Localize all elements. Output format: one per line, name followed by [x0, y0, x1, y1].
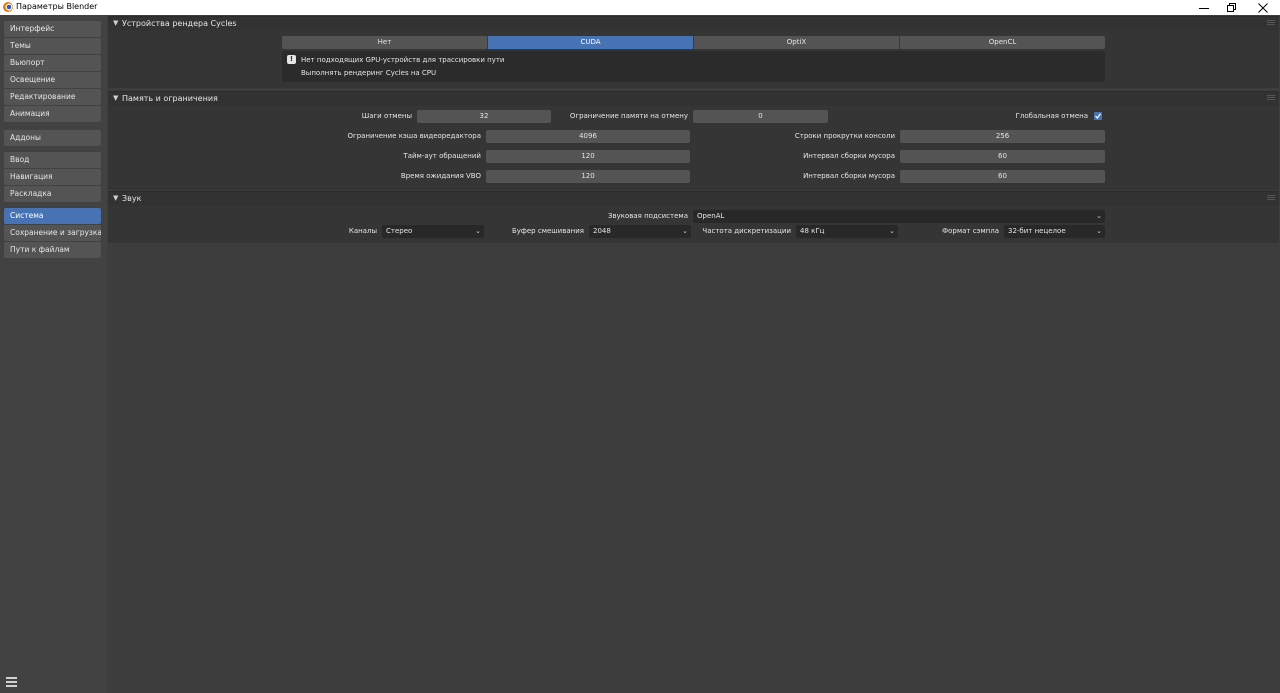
cycles-devices-header[interactable]: ▼ Устройства рендера Cycles — [108, 16, 1279, 31]
sidebar-item-lights[interactable]: Освещение — [4, 72, 101, 88]
sample-rate-dropdown[interactable]: 48 кГц ⌄ — [796, 225, 898, 238]
chevron-down-icon: ⌄ — [1096, 227, 1102, 235]
cycles-devices-body: Нет CUDA OptiX OpenCL ! Нет подходящих G… — [108, 31, 1279, 88]
tab-none[interactable]: Нет — [282, 36, 488, 49]
sidebar-item-themes[interactable]: Темы — [4, 38, 101, 54]
sound-body: Звуковая подсистема OpenAL ⌄ Каналы Стер… — [108, 206, 1279, 243]
undo-steps-field[interactable]: 32 — [417, 110, 551, 123]
minimize-icon — [1199, 7, 1209, 9]
sound-header[interactable]: ▼ Звук — [108, 191, 1279, 206]
texture-timeout-field[interactable]: 120 — [486, 150, 690, 163]
sample-rate-value: 48 кГц — [800, 227, 825, 235]
sample-format-value: 32-бит нецелое — [1008, 227, 1066, 235]
blender-logo-icon — [3, 2, 13, 12]
tab-optix[interactable]: OptiX — [694, 36, 900, 49]
collapse-triangle-icon: ▼ — [113, 94, 119, 102]
sequencer-cache-field[interactable]: 4096 — [486, 130, 690, 143]
hamburger-menu-icon[interactable] — [6, 677, 17, 687]
console-scrollback-label: Строки прокрутки консоли — [794, 132, 895, 140]
sidebar-item-viewport[interactable]: Вьюпорт — [4, 55, 101, 71]
checkmark-icon — [1095, 113, 1101, 119]
sidebar-item-file-paths[interactable]: Пути к файлам — [4, 242, 101, 258]
main-area: ▼ Устройства рендера Cycles Нет CUDA Opt… — [107, 15, 1280, 693]
close-button[interactable] — [1249, 0, 1277, 15]
sidebar-item-save-load[interactable]: Сохранение и загрузка — [4, 225, 101, 241]
panel-title: Устройства рендера Cycles — [122, 19, 237, 28]
channels-label: Каналы — [348, 227, 377, 235]
sample-rate-label: Частота дискретизации — [702, 227, 791, 235]
sidebar-item-system[interactable]: Система — [4, 208, 101, 224]
sequencer-cache-label: Ограничение кэша видеоредактора — [347, 132, 481, 140]
texture-timeout-label: Тайм-аут обращений — [403, 152, 481, 160]
memory-limits-body: Шаги отмены 32 Ограничение памяти на отм… — [108, 106, 1279, 190]
channels-dropdown[interactable]: Стерео ⌄ — [382, 225, 484, 238]
vbo-gc-label: Интервал сборки мусора — [803, 172, 895, 180]
sidebar-item-animation[interactable]: Анимация — [4, 106, 101, 122]
undo-memory-limit-field[interactable]: 0 — [693, 110, 828, 123]
drag-grip-icon[interactable] — [1267, 95, 1275, 101]
restore-icon — [1227, 2, 1236, 12]
tab-opencl[interactable]: OpenCL — [900, 36, 1105, 49]
collapse-triangle-icon: ▼ — [113, 19, 119, 27]
panel-title: Память и ограничения — [122, 94, 218, 103]
info-message-cpu: Выполнять рендеринг Cycles на CPU — [301, 69, 437, 77]
sidebar-group-system: Система Сохранение и загрузка Пути к фай… — [4, 208, 101, 259]
mixing-buffer-label: Буфер смешивания — [511, 227, 584, 235]
vbo-timeout-label: Время ожидания VBO — [400, 172, 481, 180]
collapse-triangle-icon: ▼ — [113, 194, 119, 202]
close-icon — [1258, 2, 1268, 13]
global-undo-checkbox[interactable] — [1094, 112, 1102, 120]
mixing-buffer-dropdown[interactable]: 2048 ⌄ — [589, 225, 691, 238]
sidebar-group-input: Ввод Навигация Раскладка — [4, 152, 101, 203]
vbo-gc-field[interactable]: 60 — [900, 170, 1105, 183]
chevron-down-icon: ⌄ — [889, 227, 895, 235]
drag-grip-icon[interactable] — [1267, 20, 1275, 26]
memory-limits-panel: ▼ Память и ограничения Шаги отмены 32 Ог… — [108, 91, 1279, 190]
panel-title: Звук — [122, 194, 142, 203]
chevron-down-icon: ⌄ — [475, 227, 481, 235]
info-box: ! Нет подходящих GPU-устройств для трасс… — [282, 51, 1105, 82]
sidebar-item-input[interactable]: Ввод — [4, 152, 101, 168]
sidebar-group-display: Интерфейс Темы Вьюпорт Освещение Редакти… — [4, 21, 101, 123]
minimize-button[interactable] — [1190, 0, 1218, 15]
texture-gc-field[interactable]: 60 — [900, 150, 1105, 163]
sample-format-dropdown[interactable]: 32-бит нецелое ⌄ — [1004, 225, 1105, 238]
window-title: Параметры Blender — [16, 2, 98, 11]
chevron-down-icon: ⌄ — [682, 227, 688, 235]
sidebar-item-navigation[interactable]: Навигация — [4, 169, 101, 185]
cycles-devices-panel: ▼ Устройства рендера Cycles Нет CUDA Opt… — [108, 16, 1279, 88]
chevron-down-icon: ⌄ — [1096, 212, 1102, 220]
undo-steps-label: Шаги отмены — [361, 112, 412, 120]
compute-device-tabs: Нет CUDA OptiX OpenCL — [282, 36, 1105, 49]
audio-device-dropdown[interactable]: OpenAL ⌄ — [693, 210, 1105, 223]
sidebar-item-keymap[interactable]: Раскладка — [4, 186, 101, 202]
audio-device-value: OpenAL — [697, 212, 725, 220]
info-message: Нет подходящих GPU-устройств для трассир… — [301, 56, 505, 64]
sidebar-item-editing[interactable]: Редактирование — [4, 89, 101, 105]
info-icon: ! — [287, 55, 296, 64]
sample-format-label: Формат сэмпла — [942, 227, 999, 235]
console-scrollback-field[interactable]: 256 — [900, 130, 1105, 143]
drag-grip-icon[interactable] — [1267, 195, 1275, 201]
vbo-timeout-field[interactable]: 120 — [486, 170, 690, 183]
channels-value: Стерео — [386, 227, 413, 235]
restore-button[interactable] — [1218, 0, 1246, 15]
sidebar-group-addons: Аддоны — [4, 130, 101, 147]
sidebar-item-addons[interactable]: Аддоны — [4, 130, 101, 146]
undo-memory-limit-label: Ограничение памяти на отмену — [569, 112, 688, 120]
sidebar: Интерфейс Темы Вьюпорт Освещение Редакти… — [0, 15, 107, 693]
mixing-buffer-value: 2048 — [593, 227, 611, 235]
tab-cuda[interactable]: CUDA — [488, 36, 694, 49]
audio-device-label: Звуковая подсистема — [607, 212, 688, 220]
texture-gc-label: Интервал сборки мусора — [803, 152, 895, 160]
title-bar: Параметры Blender — [0, 0, 1280, 15]
memory-limits-header[interactable]: ▼ Память и ограничения — [108, 91, 1279, 106]
sound-panel: ▼ Звук Звуковая подсистема OpenAL ⌄ Кана… — [108, 191, 1279, 243]
global-undo-label: Глобальная отмена — [1015, 112, 1088, 120]
sidebar-item-interface[interactable]: Интерфейс — [4, 21, 101, 37]
